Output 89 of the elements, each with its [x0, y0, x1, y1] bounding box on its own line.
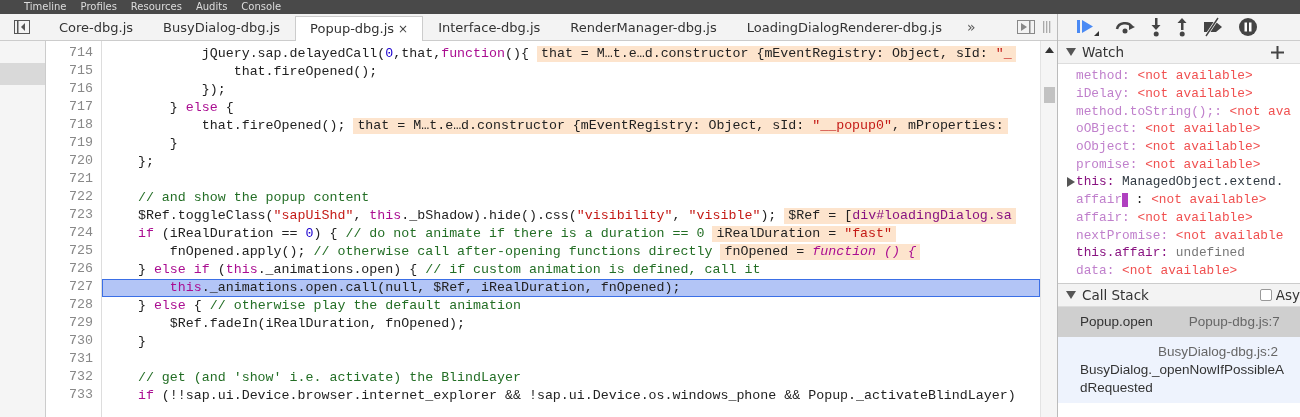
code-line: // and show the popup content [136, 189, 370, 207]
inline-value: that = M…t.e…d.constructor {mEventRegistry: Object, sId: "__popup0", mProperties: [353, 118, 1008, 134]
watch-expression[interactable]: nextPromise: <not available [1076, 226, 1284, 244]
line-number: 726 [68, 261, 94, 278]
section-title[interactable]: Call Stack [1082, 287, 1149, 304]
line-number: 715 [68, 63, 94, 80]
code-line: jQuery.sap.delayedCall(0,that,function(){ [200, 45, 529, 63]
scroll-up-icon[interactable] [1044, 47, 1054, 53]
add-icon[interactable] [1271, 45, 1284, 59]
file-tab[interactable]: Interface-dbg.js [423, 15, 556, 40]
menu-item[interactable]: Audits [195, 1, 228, 13]
menu-item[interactable]: Profiles [80, 1, 117, 13]
line-number: 727 [68, 279, 94, 296]
line-number: 724 [68, 225, 94, 242]
watch-expression[interactable]: method.toString();: <not ava [1076, 102, 1292, 120]
watch-expression[interactable]: affair: <not available> [1076, 208, 1253, 226]
code-line: // get (and 'show' i.e. activate) the BlindLayer [136, 369, 521, 387]
menu-item[interactable]: Resources [130, 1, 182, 13]
watch-expression[interactable]: data: <not available> [1076, 261, 1238, 279]
line-number: 719 [68, 135, 94, 152]
code-line: } [168, 135, 178, 153]
line-number: 728 [68, 297, 94, 314]
code-line: $Ref.toggleClass("sapUiShd", this._bShadow).hide().css("visibility", "visible"); [136, 207, 777, 225]
watch-expression[interactable]: oObject: <not available> [1076, 138, 1261, 156]
step-out-icon[interactable] [1176, 17, 1188, 37]
panel-toggle-icon[interactable] [1017, 20, 1035, 34]
watch-expression[interactable]: this.affair: undefined [1076, 244, 1245, 262]
line-number: 721 [68, 171, 94, 188]
checkbox-label[interactable]: Asy [1275, 287, 1300, 304]
watch-expression[interactable]: this: ManagedObject.extend. [1076, 173, 1284, 191]
line-number: 723 [68, 207, 94, 224]
inline-value: fnOpened = function () { [720, 244, 920, 260]
file-tab[interactable]: Core-dbg.js [44, 15, 149, 40]
line-number: 729 [68, 315, 94, 332]
watch-expression[interactable]: affair : <not available> [1076, 191, 1267, 209]
drag-handle-icon[interactable] [1043, 21, 1051, 33]
async-checkbox[interactable] [1259, 289, 1272, 302]
step-over-icon[interactable] [1114, 19, 1136, 35]
more-tabs-button[interactable]: » [966, 19, 976, 35]
sidebar-toggle-icon[interactable] [14, 20, 30, 34]
line-number: 730 [68, 333, 94, 350]
menu-item[interactable]: Timeline [24, 1, 67, 13]
file-tab[interactable]: BusyDialog-dbg.js [148, 15, 296, 40]
watch-expression[interactable]: oOBject: <not available> [1076, 120, 1261, 138]
file-tab[interactable]: RenderManager-dbg.js [555, 15, 732, 40]
line-number: 731 [68, 351, 94, 368]
file-tab[interactable]: LoadingDialogRenderer-dbg.js [731, 15, 957, 40]
watch-expression[interactable]: promise: <not available> [1076, 155, 1261, 173]
line-number: 717 [68, 99, 94, 116]
code-line: }); [200, 81, 226, 99]
inline-value: that = M…t.e…d.constructor {mEventRegistry: Object, sId: "_ [536, 46, 1016, 62]
code-line: that.fireOpened(); [200, 117, 346, 135]
resume-icon[interactable] [1076, 17, 1100, 37]
code-line: }; [136, 153, 154, 171]
file-tab[interactable]: Popup-dbg.js × [295, 16, 424, 41]
line-number: 725 [68, 243, 94, 260]
line-number: 732 [68, 369, 94, 386]
close-icon[interactable]: × [398, 21, 409, 36]
watch-expression[interactable]: iDelay: <not available> [1076, 85, 1253, 103]
code-line: } else if (this._animations.open) { // if custom animation is defined, call it [136, 261, 761, 279]
expanded-triangle-icon[interactable] [1066, 47, 1076, 57]
line-number: 722 [68, 189, 94, 206]
section-title[interactable]: Watch [1082, 44, 1125, 60]
pause-icon[interactable] [1238, 17, 1258, 37]
line-number: 718 [68, 117, 94, 134]
inline-value: $Ref = [div#loadingDialog.sa [784, 208, 1016, 224]
call-frame[interactable]: Popup.open Popup-dbg.js:7 [1058, 307, 1300, 338]
inline-value: iRealDuration = "fast" [712, 226, 897, 242]
code-line: $Ref.fadeIn(iRealDuration, fnOpened); [168, 315, 466, 333]
call-frame[interactable]: BusyDialog-dbg.js:2 BusyDialog._openNowIfPossibleA dRequested [1058, 337, 1300, 404]
code-line: this._animations.open.call(null, $Ref, iRealDuration, fnOpened); [168, 279, 681, 297]
watch-expression[interactable]: method: <not available> [1076, 67, 1253, 85]
line-number: 716 [68, 81, 94, 98]
code-line: if (!!sap.ui.Device.browser.internet_explorer && !sap.ui.Device.os.windows_phone && Popup._activateBlindLayer) [136, 387, 1016, 405]
line-number: 733 [68, 387, 94, 404]
line-number: 714 [68, 45, 94, 62]
code-line: } else { // otherwise play the default animation [136, 297, 521, 315]
code-line: fnOpened.apply(); // otherwise call after-opening functions directly [168, 243, 713, 261]
code-line: } else { [168, 99, 234, 117]
collapsed-triangle-icon[interactable] [1066, 176, 1076, 187]
scrollbar-thumb[interactable] [1043, 87, 1055, 103]
expanded-triangle-icon[interactable] [1066, 290, 1076, 301]
step-into-icon[interactable] [1150, 17, 1162, 37]
code-line: that.fireOpened(); [232, 63, 378, 81]
line-number: 720 [68, 153, 94, 170]
code-line: if (iRealDuration == 0) { // do not animate if there is a duration == 0 [136, 225, 705, 243]
code-line: } [136, 333, 146, 351]
menu-item[interactable]: Console [241, 1, 282, 13]
deactivate-breakpoints-icon[interactable] [1202, 17, 1224, 37]
